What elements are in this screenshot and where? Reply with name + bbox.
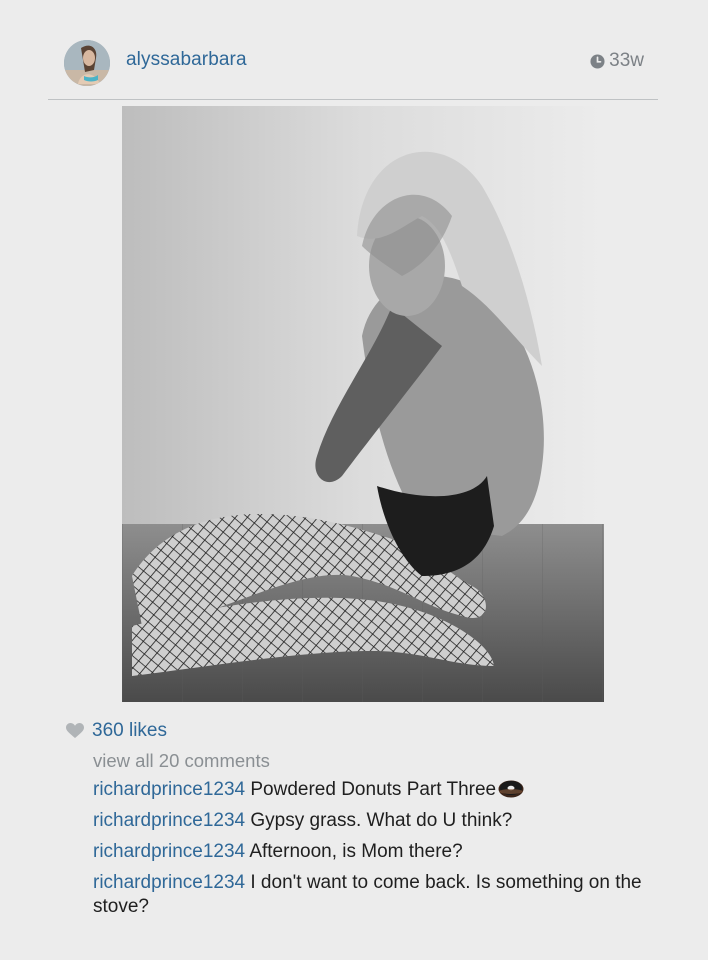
heart-icon[interactable] [66, 723, 84, 739]
likes-count[interactable]: 360 likes [92, 720, 167, 742]
avatar[interactable] [64, 40, 110, 86]
comment-list: richardprince1234 Powdered Donuts Part T… [93, 778, 653, 926]
post-timestamp: 33w [590, 50, 644, 72]
donut-emoji-icon [498, 780, 524, 798]
view-all-comments-link[interactable]: view all 20 comments [93, 750, 270, 772]
comment-author[interactable]: richardprince1234 [93, 841, 245, 862]
comment: richardprince1234 Gypsy grass. What do U… [93, 809, 653, 833]
comment-author[interactable]: richardprince1234 [93, 779, 245, 800]
clock-icon [590, 53, 605, 69]
post-photo[interactable] [122, 106, 604, 702]
header-divider [48, 99, 658, 100]
comment: richardprince1234 Afternoon, is Mom ther… [93, 840, 653, 864]
comment: richardprince1234 Powdered Donuts Part T… [93, 778, 653, 802]
post-header: alyssabarbara 33w [52, 36, 658, 86]
username[interactable]: alyssabarbara [126, 49, 247, 71]
comment-author[interactable]: richardprince1234 [93, 810, 245, 831]
comment-text: Gypsy grass. What do U think? [250, 810, 513, 831]
likes-row: 360 likes [66, 720, 167, 742]
time-ago: 33w [609, 50, 644, 71]
comment-author[interactable]: richardprince1234 [93, 872, 245, 893]
comment: richardprince1234 I don't want to come b… [93, 871, 653, 919]
comment-text: Powdered Donuts Part Three [250, 779, 497, 800]
comment-text: Afternoon, is Mom there? [249, 841, 463, 862]
